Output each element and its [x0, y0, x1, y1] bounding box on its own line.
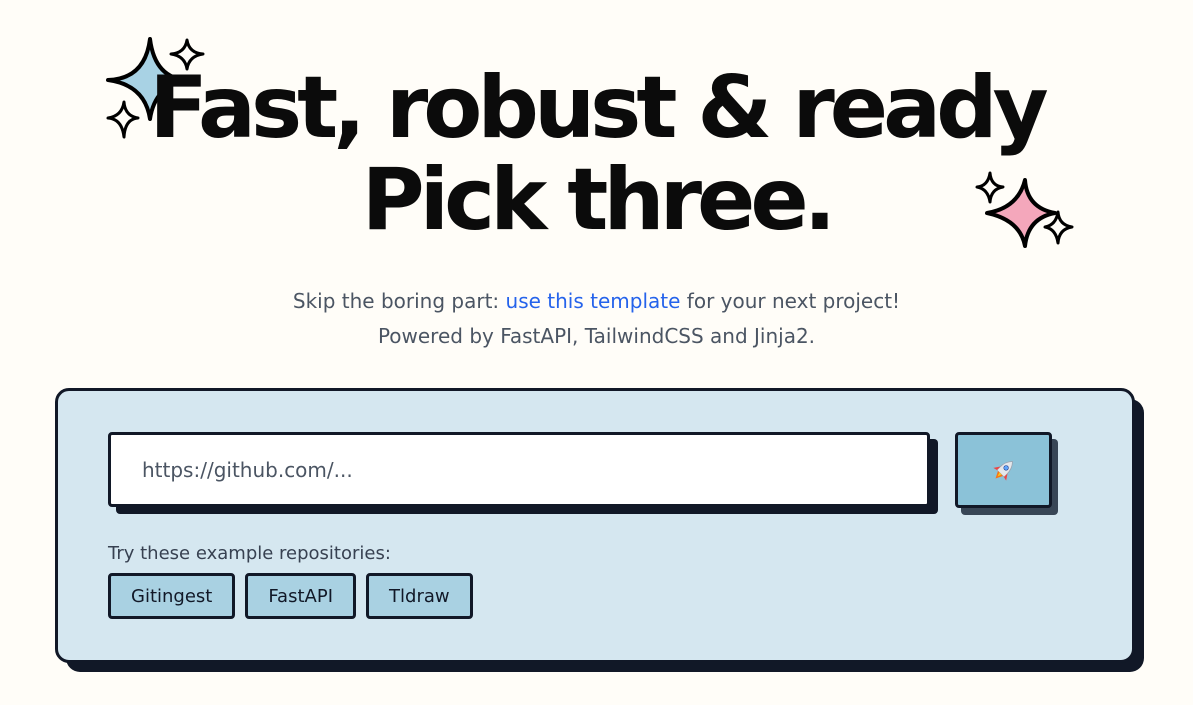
subtitle-text-before: Skip the boring part: [292, 289, 506, 313]
repo-input-card: Try these example repositories: Gitinges… [55, 388, 1135, 663]
submit-button[interactable] [955, 432, 1052, 508]
example-gitingest-button[interactable]: Gitingest [108, 573, 236, 619]
hero-line-1: Fast, robust & ready [149, 58, 1049, 158]
example-tldraw-button[interactable]: Tldraw [366, 573, 473, 619]
repo-url-input[interactable] [108, 432, 930, 507]
hero-heading: Fast, robust & ready Pick three. [0, 62, 1193, 246]
subtitle: Skip the boring part: use this template … [0, 284, 1193, 354]
example-fastapi-button[interactable]: FastAPI [245, 573, 357, 619]
examples-list: Gitingest FastAPI Tldraw [108, 573, 473, 619]
use-template-link[interactable]: use this template [506, 289, 681, 313]
subtitle-text-after: for your next project! [680, 289, 901, 313]
examples-label: Try these example repositories: [108, 543, 391, 564]
subtitle-line-1: Skip the boring part: use this template … [0, 284, 1193, 319]
subtitle-line-2: Powered by FastAPI, TailwindCSS and Jinj… [377, 324, 816, 348]
rocket-icon [992, 461, 1013, 481]
hero-line-2: Pick three. [361, 150, 837, 250]
